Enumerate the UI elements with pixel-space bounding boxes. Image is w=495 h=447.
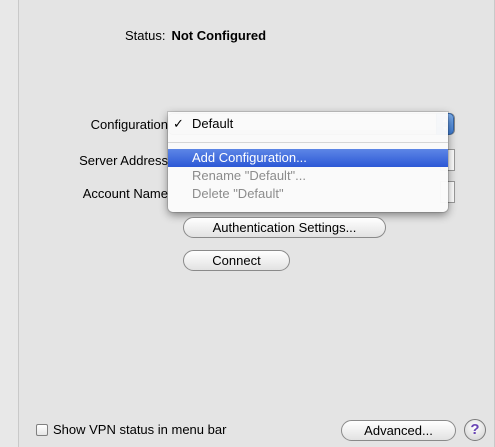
menu-item-label: Rename "Default"... xyxy=(192,168,307,183)
show-vpn-status-label: Show VPN status in menu bar xyxy=(53,422,227,437)
menu-item-add-configuration[interactable]: Add Configuration... xyxy=(168,149,448,167)
server-address-label: Server Address xyxy=(79,153,168,168)
status-label: Status: xyxy=(125,28,166,43)
menu-item-delete: Delete "Default" xyxy=(168,185,448,203)
status-value: Not Configured xyxy=(171,28,267,43)
menu-separator xyxy=(168,142,448,143)
menu-item-default[interactable]: ✓ Default xyxy=(168,115,448,133)
configuration-menu: ✓ Default Add Configuration... Rename "D… xyxy=(168,112,448,212)
advanced-button[interactable]: Advanced... xyxy=(341,420,456,441)
show-vpn-status-checkbox[interactable] xyxy=(36,424,48,436)
configuration-label: Configuration xyxy=(90,117,168,132)
menu-item-label: Add Configuration... xyxy=(192,150,307,165)
checkmark-icon: ✓ xyxy=(173,116,184,131)
account-name-label: Account Name xyxy=(82,186,168,201)
authentication-settings-button[interactable]: Authentication Settings... xyxy=(183,217,386,238)
status-row: Status: Not Configured xyxy=(125,28,266,43)
help-icon[interactable]: ? xyxy=(464,419,486,441)
menu-item-rename: Rename "Default"... xyxy=(168,167,448,185)
connect-button[interactable]: Connect xyxy=(183,250,290,271)
menu-item-label: Delete "Default" xyxy=(192,186,284,201)
menu-item-label: Default xyxy=(192,116,234,131)
